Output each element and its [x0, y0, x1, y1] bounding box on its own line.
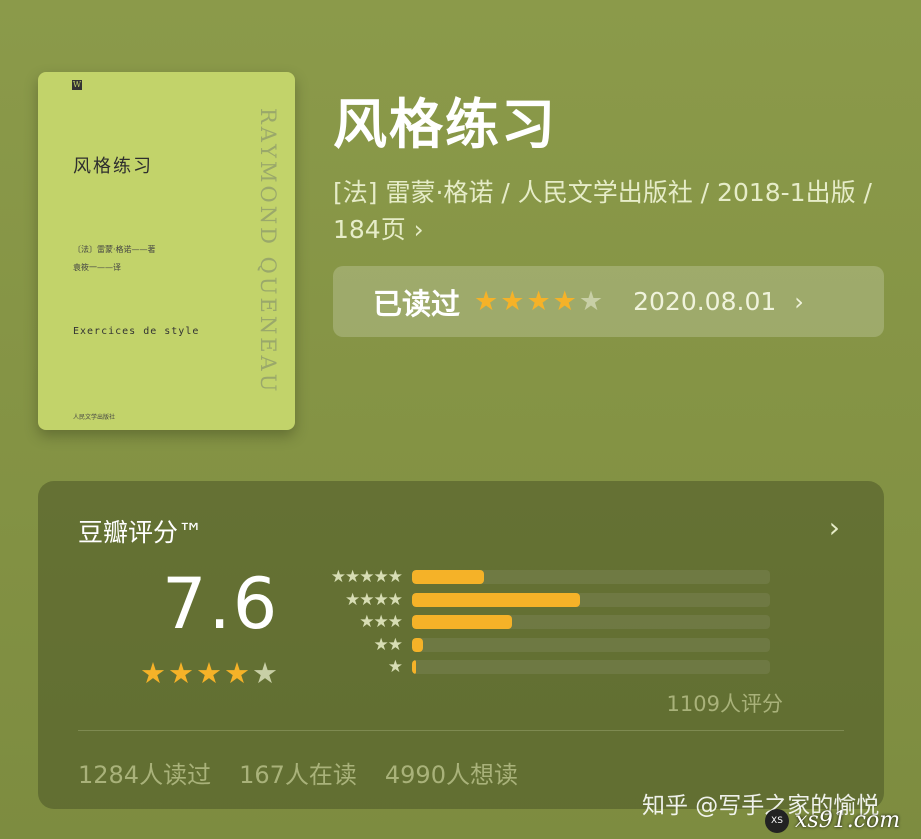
- book-cover[interactable]: W 风格练习 〔法〕雷蒙·格诺——著 袁筱一——译 Exercices de s…: [38, 72, 295, 430]
- reading-count[interactable]: 167人在读: [239, 755, 357, 790]
- cover-publisher: 人民文学出版社: [73, 414, 116, 421]
- distribution-bar-track: [412, 637, 770, 652]
- star-filled-icon: ★: [552, 286, 577, 317]
- rating-score: 7.6: [162, 563, 280, 645]
- rating-title: 豆瓣评分™: [78, 518, 204, 547]
- rating-distribution: ★★★★★ ★★★★ ★★★ ★★ ★: [322, 566, 770, 679]
- cover-title: 风格练习: [73, 156, 153, 177]
- read-status-button[interactable]: 已读过 ★ ★ ★ ★ ★ 2020.08.01 ›: [333, 266, 884, 337]
- douban-rating-card[interactable]: 豆瓣评分™ › 7.6 ★ ★ ★ ★ ★ ★★★★★ ★★★★ ★★★ ★★ ★ 1109人评…: [38, 481, 884, 809]
- distribution-row-4: ★★★★: [322, 589, 770, 612]
- rating-count: 1109人评分: [666, 692, 783, 716]
- cover-author: 〔法〕雷蒙·格诺——著: [73, 245, 156, 254]
- read-count[interactable]: 1284人读过: [78, 755, 211, 790]
- site-logo-icon: XS: [765, 808, 789, 833]
- star-filled-icon: ★: [140, 656, 166, 690]
- distribution-row-3: ★★★: [322, 611, 770, 634]
- chevron-right-icon: ›: [413, 215, 424, 244]
- distribution-bar-fill: [412, 592, 581, 607]
- distribution-row-5: ★★★★★: [322, 566, 770, 589]
- cover-subtitle: Exercices de style: [73, 326, 200, 337]
- distribution-row-2: ★★: [322, 634, 770, 657]
- site-watermark-text: xs91.com: [795, 808, 901, 833]
- distribution-row-1: ★: [322, 656, 770, 679]
- distribution-bar-fill: [412, 615, 513, 630]
- star-filled-icon: ★: [168, 656, 194, 690]
- read-status-label: 已读过: [373, 286, 461, 321]
- distribution-bar-track: [412, 660, 770, 675]
- star-filled-icon: ★: [196, 656, 222, 690]
- distribution-bar-fill: [412, 637, 423, 652]
- w-logo-icon: W: [72, 80, 82, 90]
- distribution-stars-icon: ★★★★: [345, 589, 403, 610]
- book-title: 风格练习: [333, 93, 557, 156]
- divider: [78, 730, 844, 731]
- chevron-right-icon: ›: [794, 287, 804, 316]
- star-filled-icon: ★: [474, 286, 499, 317]
- cover-spine-text: RAYMOND QUENEAU: [256, 107, 280, 395]
- distribution-bar-fill: [412, 660, 417, 675]
- star-filled-icon: ★: [526, 286, 551, 317]
- rating-score-stars: ★ ★ ★ ★ ★: [140, 656, 278, 690]
- publisher-series-logo: W: [72, 80, 82, 90]
- star-filled-icon: ★: [500, 286, 525, 317]
- my-rating-stars: ★ ★ ★ ★ ★: [474, 286, 603, 317]
- book-meta-link[interactable]: [法] 雷蒙·格诺 / 人民文学出版社 / 2018-1出版 / 184页 ›: [333, 174, 893, 248]
- read-date: 2020.08.01: [633, 287, 777, 316]
- distribution-bar-track: [412, 592, 770, 607]
- distribution-bar-fill: [412, 570, 484, 585]
- distribution-stars-icon: ★★★★★: [330, 567, 403, 588]
- reader-counts: 1284人读过 167人在读 4990人想读: [78, 755, 518, 790]
- distribution-bar-track: [412, 570, 770, 585]
- star-empty-icon: ★: [252, 656, 278, 690]
- distribution-stars-icon: ★: [387, 657, 403, 678]
- want-count[interactable]: 4990人想读: [385, 755, 518, 790]
- distribution-bar-track: [412, 615, 770, 630]
- distribution-stars-icon: ★★★: [359, 612, 403, 633]
- cover-translator: 袁筱一——译: [73, 263, 121, 272]
- distribution-stars-icon: ★★: [373, 634, 403, 655]
- star-filled-icon: ★: [224, 656, 250, 690]
- cover-spine: RAYMOND QUENEAU: [248, 80, 288, 422]
- site-watermark: XS xs91.com: [765, 808, 900, 833]
- star-empty-icon: ★: [578, 286, 604, 317]
- chevron-right-icon[interactable]: ›: [829, 511, 840, 544]
